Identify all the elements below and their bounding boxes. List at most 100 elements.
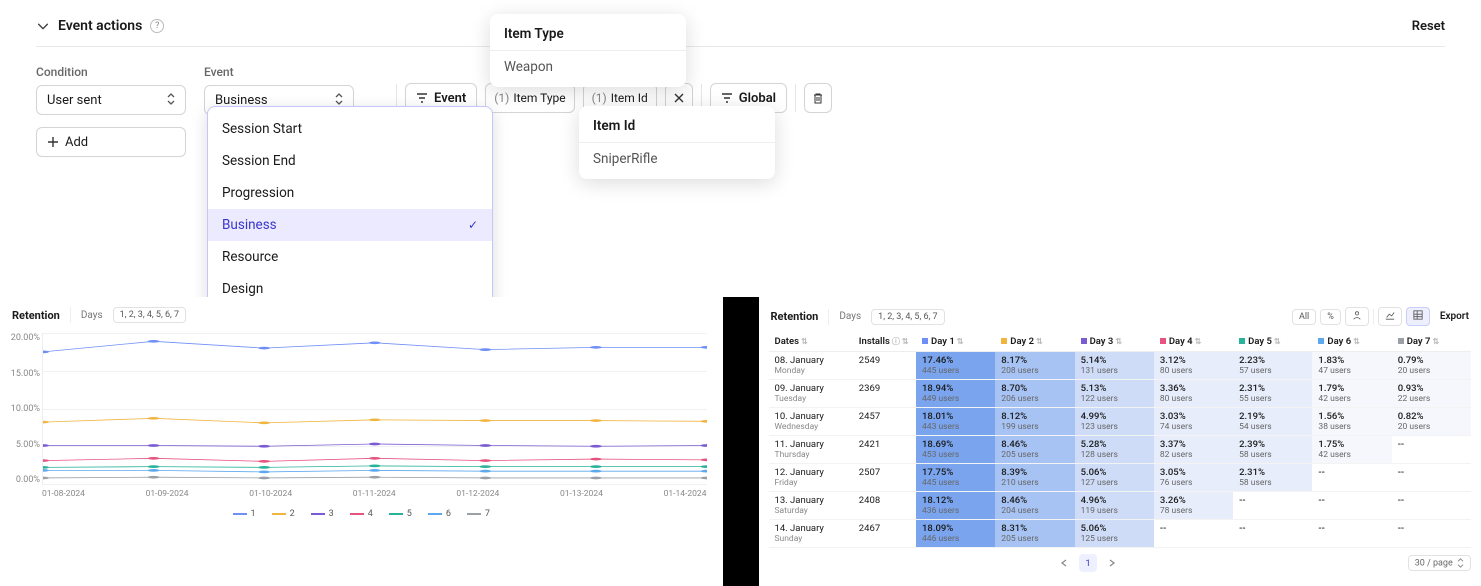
series-dot-icon <box>1081 338 1087 344</box>
dropdown-item[interactable]: Business✓ <box>208 209 492 241</box>
filter-percent[interactable]: % <box>1320 309 1341 325</box>
chart-icon <box>1385 310 1395 320</box>
table-controls: All % Export <box>1292 307 1469 326</box>
retention-chart-panel: Retention Days 1, 2, 3, 4, 5, 6, 7 20.00… <box>0 297 723 586</box>
sort-icon[interactable]: ⇅ <box>801 337 808 346</box>
retention-cell: 3.36%80 users <box>1154 380 1233 408</box>
chip-label: Item Type <box>513 91 565 105</box>
chevron-down-icon[interactable] <box>36 19 50 33</box>
legend-swatch <box>428 513 442 515</box>
legend-item[interactable]: 6 <box>428 509 451 519</box>
table-header[interactable]: Day 3⇅ <box>1075 332 1154 352</box>
legend-item[interactable]: 4 <box>350 509 373 519</box>
legend-item[interactable]: 3 <box>311 509 334 519</box>
days-value[interactable]: 1, 2, 3, 4, 5, 6, 7 <box>113 307 186 323</box>
legend-item[interactable]: 7 <box>467 509 490 519</box>
x-tick: 01-11-2024 <box>353 489 396 503</box>
table-header[interactable]: Day 4⇅ <box>1154 332 1233 352</box>
table-header[interactable]: Installs ⓘ⇅ <box>853 332 916 352</box>
filter-all[interactable]: All <box>1292 309 1316 325</box>
popover-value[interactable]: Weapon <box>490 51 686 87</box>
popover-value[interactable]: SniperRifle <box>579 143 775 179</box>
table-header[interactable]: Day 7⇅ <box>1392 332 1471 352</box>
table-header[interactable]: Day 5⇅ <box>1233 332 1312 352</box>
date-cell: 11. JanuaryThursday <box>769 436 853 464</box>
dropdown-item[interactable]: Session End <box>208 145 492 177</box>
reset-button[interactable]: Reset <box>1412 19 1445 34</box>
legend-item[interactable]: 1 <box>233 509 256 519</box>
table-header[interactable]: Day 2⇅ <box>995 332 1074 352</box>
x-tick: 01-13-2024 <box>560 489 603 503</box>
retention-cell: 2.19%54 users <box>1233 408 1312 436</box>
retention-cell: 5.28%128 users <box>1075 436 1154 464</box>
legend-label: 2 <box>290 509 295 519</box>
view-table[interactable] <box>1406 307 1430 326</box>
table-header[interactable]: Dates⇅ <box>769 332 853 352</box>
retention-cell: 18.01%443 users <box>916 408 995 436</box>
retention-cell: 17.75%445 users <box>916 464 995 492</box>
retention-cell: 18.09%446 users <box>916 520 995 548</box>
retention-cell: 8.17%208 users <box>995 352 1074 380</box>
filter-users[interactable] <box>1345 307 1369 326</box>
y-tick: 10.00% <box>10 404 40 414</box>
table-header[interactable]: Day 6⇅ <box>1312 332 1391 352</box>
sort-icon[interactable]: ⇅ <box>1274 337 1281 346</box>
dropdown-item[interactable]: Session Start <box>208 113 492 145</box>
retention-cell: -- <box>1392 492 1471 520</box>
retention-chart: 20.00%15.00%10.00%5.00%0.00% 01-08-20240… <box>42 333 707 503</box>
retention-cell: 18.69%453 users <box>916 436 995 464</box>
check-icon: ✓ <box>468 218 478 232</box>
chip-count: (1) <box>494 91 509 105</box>
retention-cell: 8.39%210 users <box>995 464 1074 492</box>
retention-cell: -- <box>1312 464 1391 492</box>
sort-icon[interactable]: ⇅ <box>902 337 909 346</box>
retention-cell: 2.39%58 users <box>1233 436 1312 464</box>
page-prev[interactable] <box>1055 554 1073 572</box>
dropdown-item[interactable]: Resource <box>208 241 492 273</box>
panel-title: Retention <box>771 310 819 323</box>
condition-select[interactable]: User sent <box>36 85 186 115</box>
table-header[interactable]: Day 1⇅ <box>916 332 995 352</box>
export-button[interactable]: Export <box>1440 311 1469 322</box>
legend-swatch <box>467 513 481 515</box>
chip-item-type[interactable]: (1) Item Type <box>485 83 574 113</box>
sort-icon[interactable]: ⇅ <box>1432 337 1439 346</box>
filter-icon <box>721 92 733 104</box>
sort-icon[interactable]: ⇅ <box>957 337 964 346</box>
per-page-select[interactable]: 30 / page <box>1408 555 1471 571</box>
installs-cell: 2467 <box>853 520 916 548</box>
add-label: Add <box>65 135 88 150</box>
retention-cell: 0.79%20 users <box>1392 352 1471 380</box>
add-button[interactable]: Add <box>36 127 186 157</box>
retention-cell: 3.26%78 users <box>1154 492 1233 520</box>
event-dropdown: Session StartSession EndProgressionBusin… <box>207 106 493 312</box>
delete-button[interactable] <box>804 83 832 113</box>
installs-cell: 2549 <box>853 352 916 380</box>
retention-cell: 4.96%119 users <box>1075 492 1154 520</box>
retention-cell: -- <box>1233 520 1312 548</box>
chip-count: (1) <box>592 91 607 105</box>
info-icon[interactable]: ⓘ <box>890 337 900 346</box>
popover-item-id: Item Id SniperRifle <box>579 106 775 179</box>
retention-cell: 1.75%42 users <box>1312 436 1391 464</box>
panel-title: Retention <box>12 309 60 322</box>
page-current[interactable]: 1 <box>1079 554 1097 572</box>
table-row: 14. JanuarySunday246718.09%446 users8.31… <box>769 520 1472 548</box>
sort-icon[interactable]: ⇅ <box>1036 337 1043 346</box>
sort-icon[interactable]: ⇅ <box>1115 337 1122 346</box>
sort-icon[interactable]: ⇅ <box>1353 337 1360 346</box>
x-tick: 01-14-2024 <box>664 489 707 503</box>
days-value[interactable]: 1, 2, 3, 4, 5, 6, 7 <box>871 309 944 325</box>
retention-cell: 8.12%199 users <box>995 408 1074 436</box>
chevron-right-icon <box>1108 559 1116 567</box>
page-next[interactable] <box>1103 554 1121 572</box>
legend-item[interactable]: 2 <box>272 509 295 519</box>
view-chart[interactable] <box>1378 307 1402 326</box>
help-icon[interactable]: ? <box>150 19 164 33</box>
installs-cell: 2408 <box>853 492 916 520</box>
event-actions-header: Event actions ? Reset <box>36 18 1445 34</box>
dropdown-item[interactable]: Progression <box>208 177 492 209</box>
legend-item[interactable]: 5 <box>389 509 412 519</box>
legend-swatch <box>272 513 286 515</box>
sort-icon[interactable]: ⇅ <box>1195 337 1202 346</box>
